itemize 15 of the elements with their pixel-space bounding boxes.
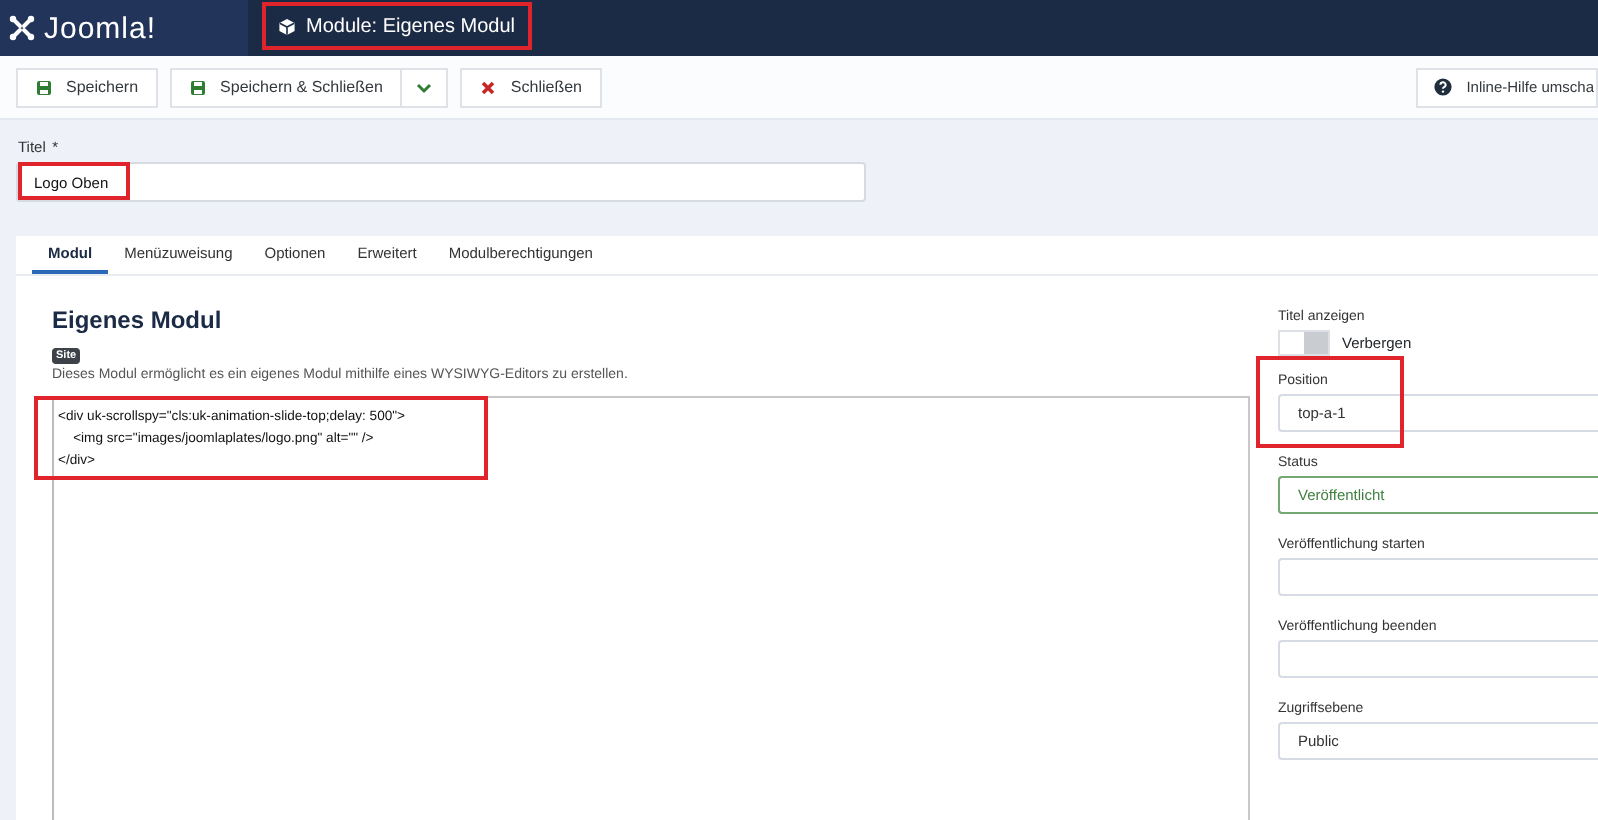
date-input-field[interactable] xyxy=(1278,558,1598,596)
toggle-switch[interactable] xyxy=(1278,330,1330,356)
close-button[interactable]: Schließen xyxy=(460,67,602,107)
dropdown-button[interactable] xyxy=(400,67,449,107)
close-icon xyxy=(480,79,497,95)
chevron-down-icon xyxy=(416,81,433,93)
logo-text: Joomla! xyxy=(44,11,157,45)
cube-icon xyxy=(278,17,296,35)
save-button[interactable]: Speichern xyxy=(16,67,159,107)
help-icon xyxy=(1434,78,1453,96)
joomla-logo-icon xyxy=(8,14,36,42)
module-heading: Eigenes Modul xyxy=(52,306,224,334)
page-title: Module: Eigenes Modul xyxy=(306,15,516,37)
date-input-field[interactable] xyxy=(1278,640,1598,678)
save-and-close-button[interactable]: Speichern & Schließen xyxy=(170,67,403,107)
